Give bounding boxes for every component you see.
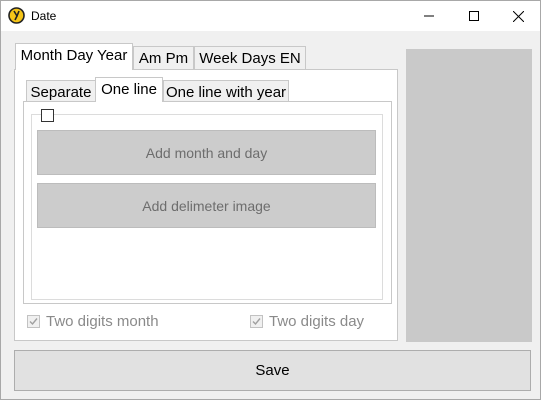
group-enable-checkbox[interactable]	[41, 109, 54, 122]
two-digits-month-option[interactable]: Two digits month	[27, 313, 159, 330]
close-button[interactable]	[496, 1, 541, 31]
close-icon	[513, 10, 524, 22]
tab-week-days-en[interactable]: Week Days EN	[194, 46, 306, 70]
save-button[interactable]: Save	[14, 350, 531, 391]
maximize-button[interactable]	[451, 1, 496, 31]
two-digits-month-checkbox[interactable]	[27, 315, 40, 328]
tab-separate[interactable]: Separate	[26, 80, 96, 102]
checkmark-icon	[29, 318, 38, 326]
tab-month-day-year[interactable]: Month Day Year	[15, 43, 133, 70]
title-bar: Date	[1, 1, 540, 31]
app-logo-icon	[8, 7, 25, 24]
two-digits-day-checkbox[interactable]	[250, 315, 263, 328]
add-month-and-day-button[interactable]: Add month and day	[37, 130, 376, 175]
add-delimeter-image-button[interactable]: Add delimeter image	[37, 183, 376, 228]
tab-one-line-with-year[interactable]: One line with year	[163, 80, 289, 102]
minimize-button[interactable]	[406, 1, 451, 31]
minimize-icon	[423, 15, 434, 17]
checkmark-icon	[252, 318, 261, 326]
two-digits-day-label: Two digits day	[269, 313, 365, 330]
two-digits-day-option[interactable]: Two digits day	[250, 313, 364, 330]
two-digits-month-label: Two digits month	[46, 313, 159, 330]
window-title: Date	[31, 9, 57, 23]
tab-one-line[interactable]: One line	[95, 77, 163, 102]
app-window: Date Month Day Year Am Pm Week Days EN S…	[0, 0, 541, 400]
maximize-icon	[468, 11, 479, 21]
tab-am-pm[interactable]: Am Pm	[133, 46, 194, 70]
image-preview-area	[406, 49, 532, 342]
